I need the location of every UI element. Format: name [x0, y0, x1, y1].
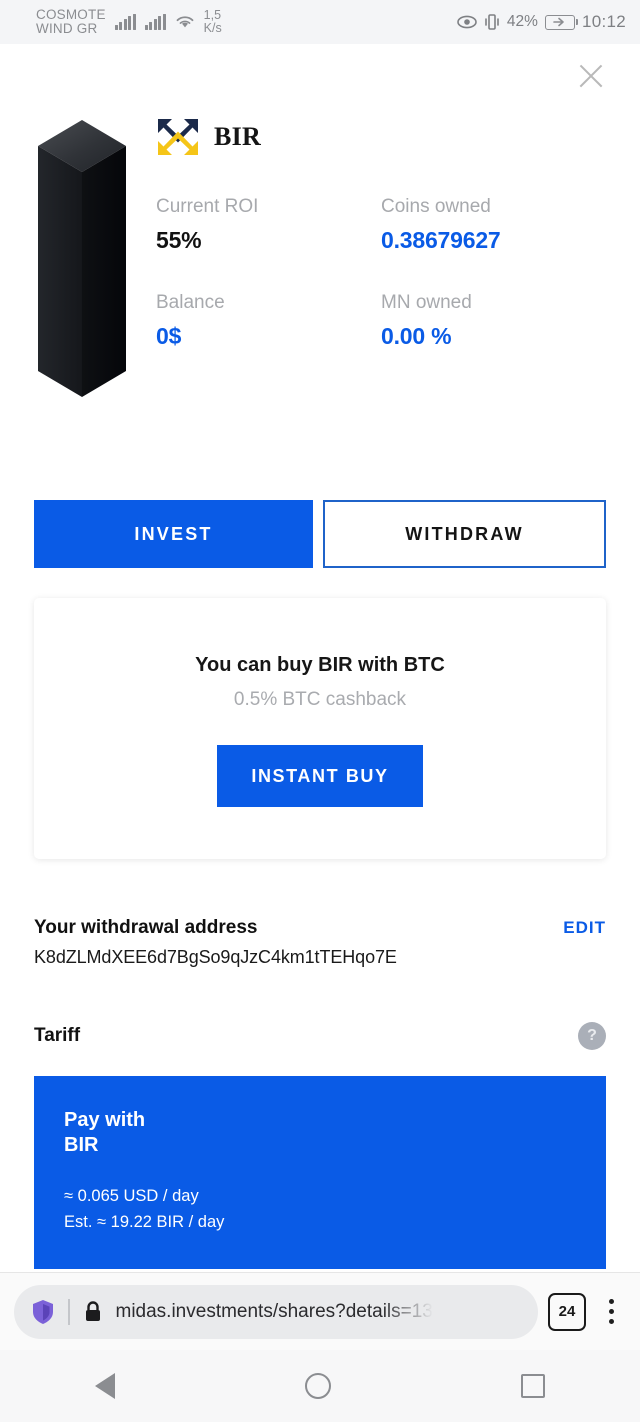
carrier-line-1: COSMOTE: [36, 6, 106, 22]
withdrawal-address-title: Your withdrawal address: [34, 917, 258, 938]
phone-screen: COSMOTE WIND GR 1,5 K/s 42% 10:12 BIR Cu…: [0, 0, 640, 1422]
stat-value: 0.00 %: [381, 323, 452, 349]
buy-card-subtitle: 0.5% BTC cashback: [233, 689, 407, 710]
stat-label: Current ROI: [156, 196, 259, 217]
asset-info: BIR Current ROI 55% Coins owned 0.386796…: [156, 108, 606, 406]
close-row: [34, 44, 606, 108]
status-bar-right: 42% 10:12: [457, 12, 626, 32]
tariff-pay-line-2: BIR: [64, 1134, 99, 1156]
instant-buy-card: You can buy BIR with BTC 0.5% BTC cashba…: [34, 598, 606, 859]
omnibox-divider: [68, 1298, 70, 1325]
tab-counter-button[interactable]: 24: [548, 1292, 586, 1331]
stat-value: 0$: [156, 323, 182, 349]
stat-label: MN owned: [381, 292, 472, 313]
brave-shield-icon[interactable]: [30, 1298, 56, 1326]
help-icon[interactable]: ?: [578, 1022, 606, 1050]
tariff-card[interactable]: Pay with BIR ≈ 0.065 USD / day Est. ≈ 19…: [34, 1076, 606, 1270]
tariff-rate-usd: ≈ 0.065 USD / day: [64, 1187, 199, 1205]
buy-card-title: You can buy BIR with BTC: [195, 654, 445, 676]
kebab-menu-icon[interactable]: [596, 1299, 626, 1324]
withdrawal-address-header: Your withdrawal address EDIT: [34, 917, 606, 939]
stat-coins-owned: Coins owned 0.38679627: [381, 196, 606, 254]
signal-bars-icon-2: [144, 14, 166, 30]
withdrawal-address-section: Your withdrawal address EDIT K8dZLMdXEE6…: [34, 917, 606, 968]
invest-button[interactable]: INVEST: [34, 500, 313, 568]
omnibox[interactable]: midas.investments/shares?details=13: [14, 1284, 538, 1339]
status-bar-left: COSMOTE WIND GR 1,5 K/s: [36, 6, 222, 36]
tariff-header: Tariff ?: [34, 1022, 606, 1050]
tariff-rates: ≈ 0.065 USD / day Est. ≈ 19.22 BIR / day: [64, 1184, 576, 1235]
carrier-line-2: WIND GR: [36, 21, 98, 36]
edit-address-button[interactable]: EDIT: [563, 918, 606, 938]
action-buttons: INVEST WITHDRAW: [34, 500, 606, 568]
stat-value: 55%: [156, 227, 202, 253]
status-bar: COSMOTE WIND GR 1,5 K/s 42% 10:12: [0, 0, 640, 44]
vibrate-icon: [485, 14, 499, 30]
bir-logo-icon: [158, 119, 198, 155]
recents-square-icon[interactable]: [521, 1374, 545, 1398]
stat-label: Coins owned: [381, 196, 491, 217]
carrier-name: COSMOTE WIND GR: [36, 6, 106, 36]
tariff-rate-coin: Est. ≈ 19.22 BIR / day: [64, 1212, 225, 1231]
masternode-monolith-icon: [34, 108, 130, 406]
data-rate-indicator: 1,5 K/s: [203, 8, 222, 35]
back-triangle-icon[interactable]: [95, 1373, 115, 1399]
signal-bars-icon: [114, 14, 136, 30]
url-text[interactable]: midas.investments/shares?details=13: [116, 1301, 433, 1323]
withdraw-button[interactable]: WITHDRAW: [323, 500, 606, 568]
lock-icon: [85, 1300, 100, 1321]
stat-mn-owned: MN owned 0.00 %: [381, 292, 606, 350]
browser-toolbar: midas.investments/shares?details=13 24: [0, 1272, 640, 1350]
stat-value: 0.38679627: [381, 227, 501, 253]
home-circle-icon[interactable]: [305, 1373, 331, 1399]
android-nav-bar: [0, 1350, 640, 1422]
stat-current-roi: Current ROI 55%: [156, 196, 381, 254]
asset-hero: BIR Current ROI 55% Coins owned 0.386796…: [34, 108, 606, 406]
battery-percent: 42%: [506, 13, 538, 30]
asset-stats-grid: Current ROI 55% Coins owned 0.38679627 B…: [156, 196, 606, 350]
eye-icon: [457, 15, 477, 29]
data-rate-unit: K/s: [203, 21, 222, 35]
tariff-pay-with: Pay with BIR: [64, 1108, 576, 1158]
page-content: BIR Current ROI 55% Coins owned 0.386796…: [0, 44, 640, 1270]
withdrawal-address-value[interactable]: K8dZLMdXEE6d7BgSo9qJzC4km1tTEHqo7E: [34, 947, 606, 968]
stat-label: Balance: [156, 292, 225, 313]
asset-symbol: BIR: [214, 122, 262, 151]
close-icon[interactable]: [576, 61, 606, 91]
tariff-pay-line-1: Pay with: [64, 1109, 146, 1131]
status-bar-clock: 10:12: [581, 12, 626, 31]
tariff-title: Tariff: [34, 1025, 81, 1046]
stat-balance: Balance 0$: [156, 292, 381, 350]
instant-buy-button[interactable]: INSTANT BUY: [217, 745, 423, 807]
wifi-icon: [176, 16, 194, 28]
asset-brand: BIR: [156, 114, 606, 160]
battery-charging-icon: [544, 14, 579, 30]
